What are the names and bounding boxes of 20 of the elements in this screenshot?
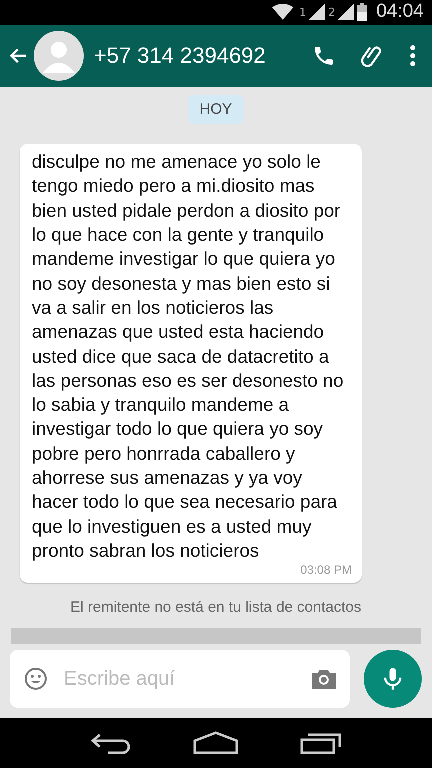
sender-notice: El remitente no está en tu lista de contactos xyxy=(70,599,362,616)
home-icon[interactable] xyxy=(192,731,239,756)
camera-icon[interactable] xyxy=(312,669,336,690)
sim-number: 2 xyxy=(328,6,336,19)
contact-title[interactable]: +57 314 2394692 xyxy=(94,43,294,70)
back-icon[interactable] xyxy=(90,731,132,756)
signal-icon xyxy=(309,4,326,20)
signal-icon xyxy=(338,4,354,20)
more-icon xyxy=(410,45,416,68)
clock: 04:04 xyxy=(376,1,424,24)
message-text: disculpe no me amenace yo solo le tengo miedo pero a mi.diosito mas bien usted pidale perdon a diosito por lo que hace con la gente y tranquilo mandeme investigar lo que quiera yo no soy desonesta y mas bien esto si va a salir en los noticieros las amenazas que usted esta haciendo usted dice que saca de datacretito a las personas eso es ser desonesto no lo sabia y tranquilo mandeme a investigar todo lo que quiera yo soy pobre pero honrrada caballero y ahorrese sus amenazas y ya voy hacer todo lo que sea necesario para que lo investiguen es a usted muy pronto sabran los noticieros xyxy=(32,150,345,563)
date-chip: HOY xyxy=(188,95,244,124)
wifi-icon xyxy=(272,4,294,20)
message-time: 03:08 PM xyxy=(300,563,352,578)
emoji-icon[interactable] xyxy=(24,667,48,692)
sim-number: 1 xyxy=(299,6,306,19)
battery-icon xyxy=(357,3,368,22)
message-field[interactable]: Escribe aquí xyxy=(10,650,350,708)
avatar[interactable] xyxy=(34,31,84,82)
recent-apps-icon[interactable] xyxy=(300,731,342,756)
